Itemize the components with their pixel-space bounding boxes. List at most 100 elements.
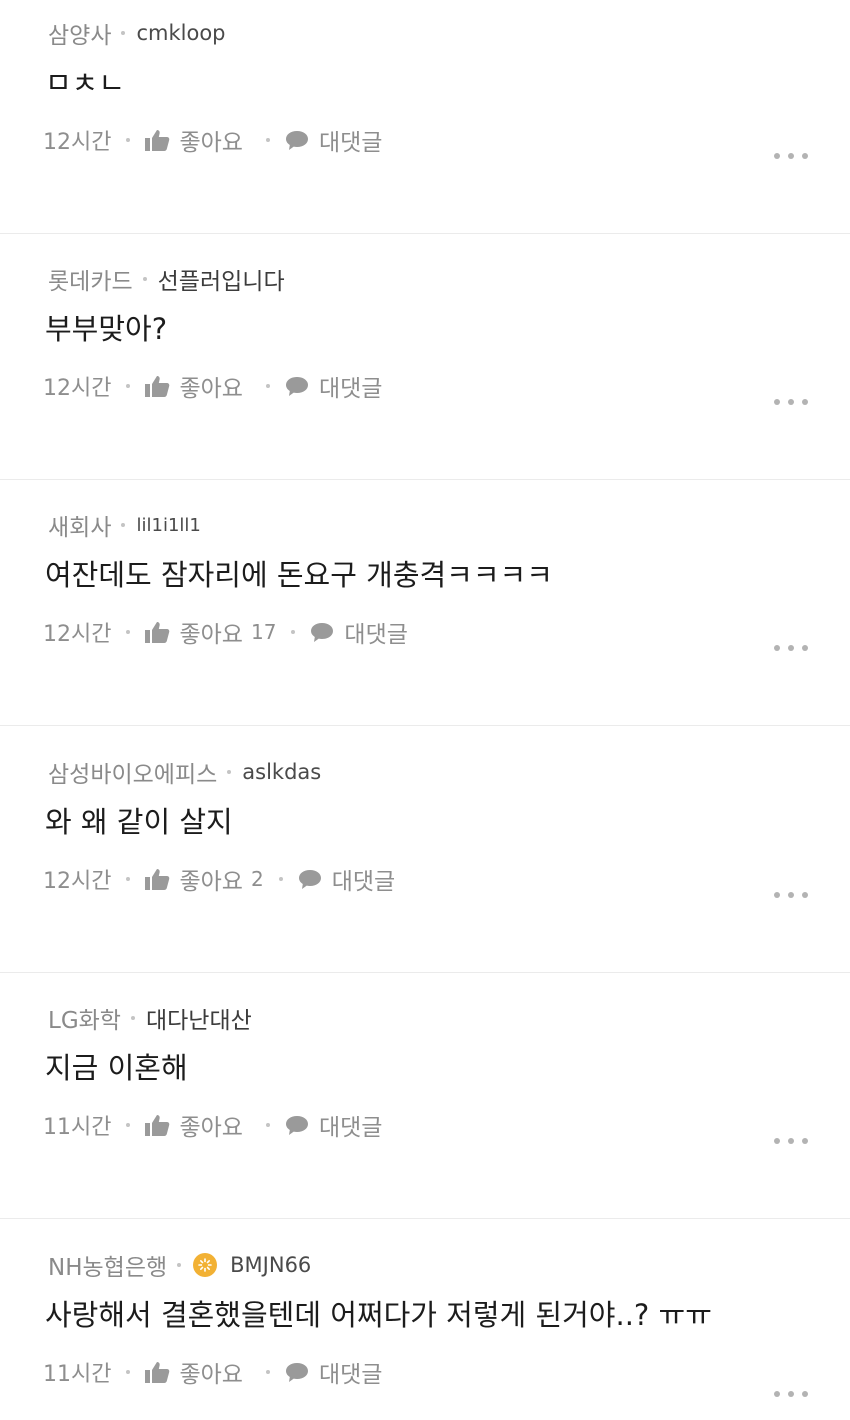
like-button[interactable]: 좋아요 xyxy=(144,123,250,157)
like-button[interactable]: 좋아요 2 xyxy=(144,862,264,896)
separator-dot xyxy=(291,630,296,634)
reply-button[interactable]: 대댓글 xyxy=(284,123,382,157)
nickname[interactable]: BMJN66 xyxy=(230,1253,311,1277)
thumbs-up-icon xyxy=(144,374,170,398)
company-name[interactable]: 새회사 xyxy=(48,508,111,542)
thumbs-up-icon xyxy=(144,867,170,891)
like-button[interactable]: 좋아요 xyxy=(144,1355,250,1389)
comment-time: 12시간 xyxy=(43,622,112,647)
more-dot xyxy=(788,892,794,898)
more-options-button[interactable] xyxy=(774,396,808,408)
more-options-button[interactable] xyxy=(774,1135,808,1147)
more-dot xyxy=(788,399,794,405)
like-label: 좋아요 xyxy=(179,130,243,156)
company-name[interactable]: 삼양사 xyxy=(48,16,111,50)
separator-dot xyxy=(177,1263,182,1267)
separator-dot xyxy=(142,277,147,281)
reply-button[interactable]: 대댓글 xyxy=(309,615,408,649)
comment-content: 와 왜 같이 살지 xyxy=(45,805,233,839)
speech-bubble-icon xyxy=(297,867,323,891)
comment-time: 11시간 xyxy=(43,1115,112,1140)
comment-time: 12시간 xyxy=(43,376,112,401)
speech-bubble-icon xyxy=(284,1360,310,1384)
comment-content: 여잔데도 잠자리에 돈요구 개충격ㅋㅋㅋㅋ xyxy=(45,558,553,592)
more-options-button[interactable] xyxy=(774,150,808,162)
company-name[interactable]: LG화학 xyxy=(48,1001,121,1035)
more-dots-icon xyxy=(774,153,780,159)
comment-item: LG화학 대다난대산 지금 이혼해 11시간 좋아요 대댓글 xyxy=(0,973,850,1219)
nickname[interactable]: cmkloop xyxy=(136,21,225,45)
comment-content: ㅁㅊㄴ xyxy=(45,66,126,100)
separator-dot xyxy=(278,877,283,881)
more-dots-icon xyxy=(774,1138,780,1144)
separator-dot xyxy=(126,1123,131,1127)
separator-dot xyxy=(130,1016,135,1020)
separator-dot xyxy=(126,1370,131,1374)
like-label: 좋아요 xyxy=(179,376,243,402)
company-name[interactable]: NH농협은행 xyxy=(48,1248,167,1282)
more-options-button[interactable] xyxy=(774,1388,808,1400)
reply-label: 대댓글 xyxy=(318,1115,383,1141)
reply-button[interactable]: 대댓글 xyxy=(297,862,395,896)
nickname[interactable]: 선플러입니다 xyxy=(158,262,285,296)
nickname[interactable]: 대다난대산 xyxy=(146,1001,252,1035)
comment-item: NH농협은행 BMJN66 사랑해서 결혼했을텐데 어쩌다가 저렇게 된거야..… xyxy=(0,1220,850,1420)
company-name[interactable]: 삼성바이오에피스 xyxy=(48,755,217,789)
reply-button[interactable]: 대댓글 xyxy=(284,1108,382,1142)
speech-bubble-icon xyxy=(284,1113,310,1137)
thumbs-up-icon xyxy=(144,620,170,644)
like-button[interactable]: 좋아요 xyxy=(144,1108,250,1142)
more-dot xyxy=(788,1391,794,1397)
separator-dot xyxy=(121,31,126,35)
comment-actions: 12시간 좋아요 대댓글 xyxy=(43,120,382,160)
like-count: 17 xyxy=(250,620,277,644)
speech-bubble-icon xyxy=(284,128,310,152)
like-label: 좋아요 xyxy=(179,622,243,648)
reply-button[interactable]: 대댓글 xyxy=(284,1355,382,1389)
comment-item: 삼양사 cmkloop ㅁㅊㄴ 12시간 좋아요 대댓글 xyxy=(0,0,850,234)
comment-content: 부부맞아? xyxy=(45,312,168,346)
reply-label: 대댓글 xyxy=(331,869,396,895)
comment-actions: 11시간 좋아요 대댓글 xyxy=(43,1105,382,1145)
reply-button[interactable]: 대댓글 xyxy=(284,369,382,403)
separator-dot xyxy=(265,384,270,388)
speech-bubble-icon xyxy=(309,620,335,644)
like-button[interactable]: 좋아요 17 xyxy=(144,615,276,649)
more-dot xyxy=(788,1138,794,1144)
more-dot xyxy=(802,892,808,898)
separator-dot xyxy=(126,138,131,142)
more-dot xyxy=(802,1391,808,1397)
like-label: 좋아요 xyxy=(179,1115,243,1141)
comment-meta: 삼양사 cmkloop xyxy=(48,16,226,50)
separator-dot xyxy=(265,138,270,142)
reply-label: 대댓글 xyxy=(318,1362,383,1388)
more-dots-icon xyxy=(774,1391,780,1397)
like-button[interactable]: 좋아요 xyxy=(144,369,250,403)
comment-time: 11시간 xyxy=(43,1362,112,1387)
comment-meta: 새회사 lil1i1ll1 xyxy=(48,508,201,542)
more-options-button[interactable] xyxy=(774,889,808,901)
comment-actions: 12시간 좋아요 대댓글 xyxy=(43,366,382,406)
like-label: 좋아요 xyxy=(179,869,243,895)
more-options-button[interactable] xyxy=(774,642,808,654)
comment-list: 삼양사 cmkloop ㅁㅊㄴ 12시간 좋아요 대댓글 롯데카드 선플러입니다… xyxy=(0,0,850,1420)
more-dot xyxy=(802,153,808,159)
more-dot xyxy=(802,1138,808,1144)
comment-meta: NH농협은행 BMJN66 xyxy=(48,1248,311,1282)
comment-item: 롯데카드 선플러입니다 부부맞아? 12시간 좋아요 대댓글 xyxy=(0,234,850,480)
like-count: 2 xyxy=(250,867,264,891)
separator-dot xyxy=(265,1370,270,1374)
nickname[interactable]: aslkdas xyxy=(242,760,321,784)
more-dots-icon xyxy=(774,645,780,651)
more-dot xyxy=(802,399,808,405)
comment-time: 12시간 xyxy=(43,869,112,894)
more-dots-icon xyxy=(774,892,780,898)
comment-content: 지금 이혼해 xyxy=(45,1051,188,1085)
comment-actions: 12시간 좋아요 17 대댓글 xyxy=(43,612,408,652)
company-name[interactable]: 롯데카드 xyxy=(48,262,133,296)
reply-label: 대댓글 xyxy=(318,376,383,402)
comment-item: 삼성바이오에피스 aslkdas 와 왜 같이 살지 12시간 좋아요 2 대댓… xyxy=(0,727,850,973)
comment-meta: 삼성바이오에피스 aslkdas xyxy=(48,755,321,789)
comment-meta: 롯데카드 선플러입니다 xyxy=(48,262,285,296)
nickname[interactable]: lil1i1ll1 xyxy=(136,515,200,536)
